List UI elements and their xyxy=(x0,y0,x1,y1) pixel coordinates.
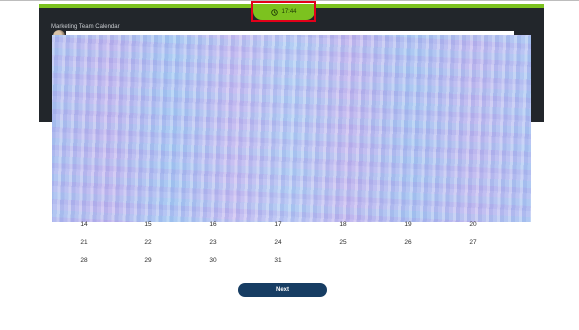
calendar-day[interactable]: 29 xyxy=(133,255,163,267)
calendar-week-row: 14 15 16 17 18 19 20 xyxy=(0,219,579,231)
calendar-day[interactable]: 23 xyxy=(198,237,228,249)
calendar-day[interactable]: 14 xyxy=(69,219,99,231)
next-button[interactable]: Next xyxy=(238,283,327,297)
calendar-day[interactable]: 31 xyxy=(263,255,293,267)
calendar-title: Marketing Team Calendar xyxy=(51,24,120,30)
calendar-day[interactable]: 15 xyxy=(133,219,163,231)
calendar-day[interactable]: 18 xyxy=(328,219,358,231)
calendar-day[interactable]: 22 xyxy=(133,237,163,249)
calendar-day[interactable]: 19 xyxy=(393,219,423,231)
calendar-day[interactable]: 26 xyxy=(393,237,423,249)
calendar-day[interactable]: 30 xyxy=(198,255,228,267)
calendar-day[interactable]: 24 xyxy=(263,237,293,249)
calendar-day[interactable]: 27 xyxy=(458,237,488,249)
calendar-day[interactable]: 16 xyxy=(198,219,228,231)
calendar-day[interactable]: 21 xyxy=(69,237,99,249)
calendar-week-row: 21 22 23 24 25 26 27 xyxy=(0,237,579,249)
blurred-calendar-content xyxy=(52,35,531,222)
calendar-week-row: 28 29 30 31 xyxy=(0,255,579,267)
calendar-day[interactable]: 25 xyxy=(328,237,358,249)
calendar-day[interactable]: 28 xyxy=(69,255,99,267)
calendar-day[interactable]: 17 xyxy=(263,219,293,231)
timer-highlight-box xyxy=(251,1,316,22)
calendar-day[interactable]: 20 xyxy=(458,219,488,231)
